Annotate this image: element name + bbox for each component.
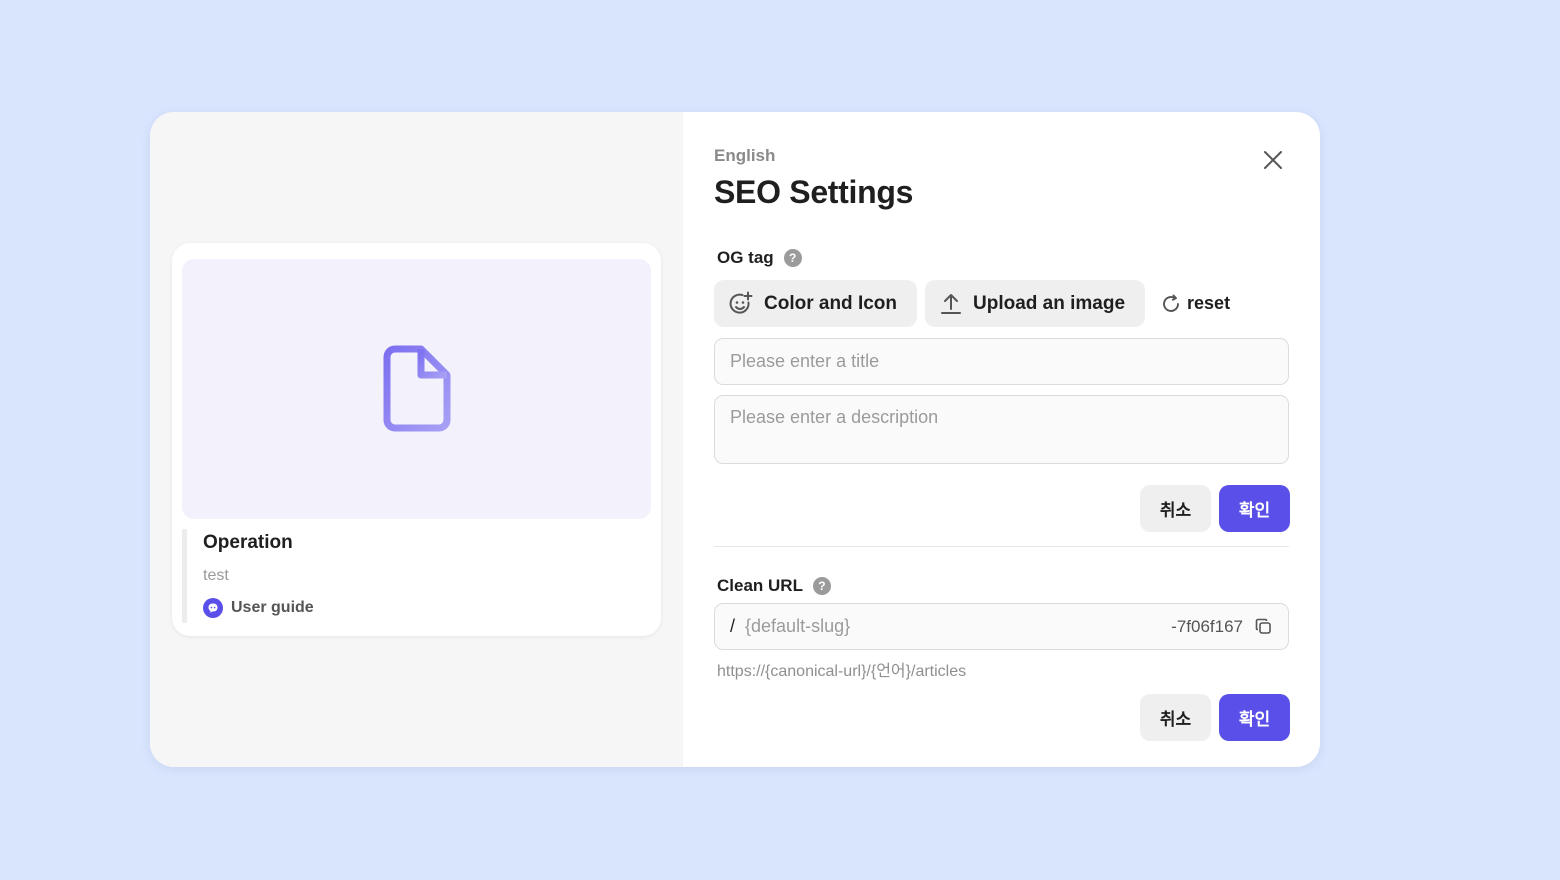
url-hint: https://{canonical-url}/{언어}/articles xyxy=(717,663,967,680)
color-and-icon-label: Color and Icon xyxy=(764,292,897,314)
section-divider xyxy=(714,546,1289,547)
card-title: Operation xyxy=(203,532,293,553)
category-label: User guide xyxy=(231,599,314,616)
card-description: test xyxy=(203,567,229,584)
og-tag-section-label: OG tag ? xyxy=(717,248,802,268)
og-title-input[interactable] xyxy=(714,338,1289,385)
card-body: Operation test User guide xyxy=(182,529,651,623)
clean-url-label: Clean URL xyxy=(717,576,803,595)
close-button[interactable] xyxy=(1257,144,1289,176)
upload-image-button[interactable]: Upload an image xyxy=(925,280,1146,327)
refresh-icon xyxy=(1163,294,1179,312)
language-label: English xyxy=(714,146,776,165)
card-thumbnail xyxy=(182,259,651,519)
reset-button[interactable]: reset xyxy=(1155,280,1236,327)
smiley-plus-icon xyxy=(729,291,753,314)
preview-pane: Operation test User guide xyxy=(150,112,683,767)
url-confirm-button[interactable]: 확인 xyxy=(1219,694,1290,741)
copy-icon xyxy=(1255,618,1271,634)
question-circle-icon[interactable]: ? xyxy=(783,249,802,267)
og-action-buttons: 취소 확인 xyxy=(1140,485,1290,532)
slug-input[interactable] xyxy=(745,616,1172,637)
url-action-buttons: 취소 확인 xyxy=(1140,694,1290,741)
reset-label: reset xyxy=(1187,293,1231,313)
copy-button[interactable] xyxy=(1253,617,1273,637)
clean-url-field: / -7f06f167 xyxy=(714,603,1289,650)
clean-url-section-label: Clean URL ? xyxy=(717,576,831,596)
upload-icon xyxy=(941,293,961,314)
seo-settings-dialog: Operation test User guide English SEO Se… xyxy=(150,112,1320,767)
file-icon xyxy=(383,345,450,432)
og-cancel-button[interactable]: 취소 xyxy=(1140,485,1211,532)
category-chat-icon xyxy=(203,598,223,618)
settings-pane: English SEO Settings OG tag ? Color and … xyxy=(683,112,1320,767)
upload-image-label: Upload an image xyxy=(973,292,1126,314)
og-tag-label: OG tag xyxy=(717,248,774,267)
close-icon xyxy=(1264,151,1282,169)
url-cancel-button[interactable]: 취소 xyxy=(1140,694,1211,741)
color-and-icon-button[interactable]: Color and Icon xyxy=(714,280,917,327)
url-prefix: / xyxy=(730,616,736,636)
dialog-title: SEO Settings xyxy=(714,174,914,210)
card-accent-rule xyxy=(182,529,187,623)
article-preview-card: Operation test User guide xyxy=(172,243,661,636)
og-description-input[interactable] xyxy=(714,395,1289,464)
card-category: User guide xyxy=(203,598,314,618)
og-image-toolbar: Color and Icon Upload an image reset xyxy=(714,280,1236,327)
url-suffix: -7f06f167 xyxy=(1171,616,1243,636)
og-confirm-button[interactable]: 확인 xyxy=(1219,485,1290,532)
question-circle-icon[interactable]: ? xyxy=(812,577,831,595)
